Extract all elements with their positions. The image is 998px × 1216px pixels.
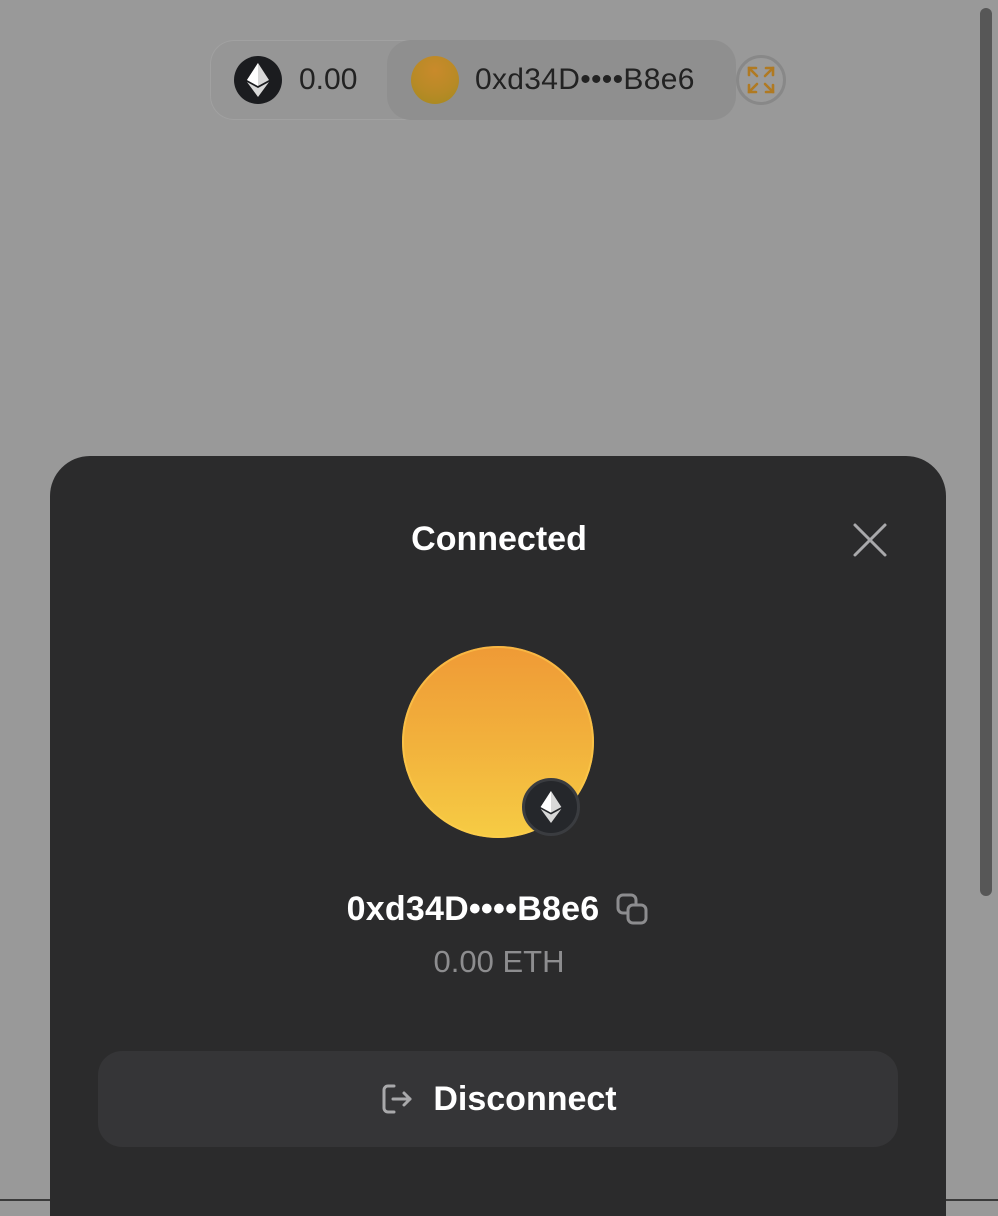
scrollbar[interactable] — [980, 8, 992, 896]
close-button[interactable] — [846, 516, 894, 564]
copy-address-button[interactable] — [613, 890, 651, 928]
expand-icon — [747, 66, 775, 94]
ethereum-icon — [522, 778, 580, 836]
balance-display[interactable]: 0.00 — [299, 40, 357, 120]
expand-button[interactable] — [736, 55, 786, 105]
account-button[interactable]: 0xd34D••••B8e6 — [387, 40, 736, 120]
logout-icon — [379, 1081, 415, 1117]
avatar — [411, 56, 459, 104]
disconnect-label: Disconnect — [433, 1079, 617, 1118]
account-address: 0xd34D••••B8e6 — [475, 63, 695, 96]
disconnect-button[interactable]: Disconnect — [98, 1051, 898, 1147]
wallet-bar: 0.00 0xd34D••••B8e6 — [210, 40, 736, 120]
address-row: 0xd34D••••B8e6 — [0, 884, 998, 934]
copy-icon — [616, 893, 648, 925]
account-address: 0xd34D••••B8e6 — [346, 889, 600, 928]
ethereum-icon — [234, 56, 282, 104]
account-balance: 0.00 ETH — [433, 944, 565, 979]
close-icon — [853, 523, 887, 557]
